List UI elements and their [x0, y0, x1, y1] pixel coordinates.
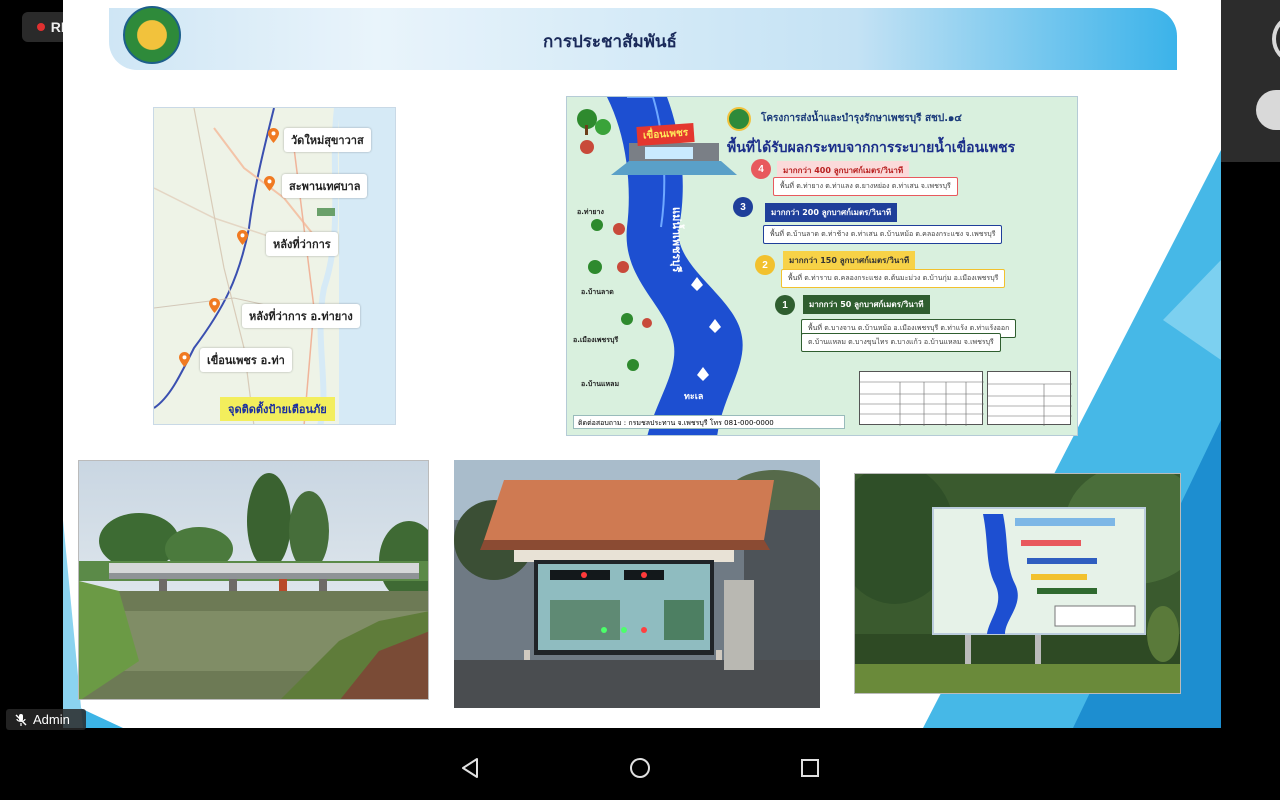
map-roads [154, 108, 395, 424]
location-pin-icon [268, 128, 279, 143]
zone-area: พื้นที่ ต.ท่ายาง ต.ท่าแลง ต.ยางหย่อง ต.ท… [773, 177, 958, 196]
poster-heading-1: โครงการส่งน้ำและบำรุงรักษาเพชรบุรี สชป.๑… [761, 113, 962, 124]
dam-label: เขื่อนเพชร [636, 123, 695, 146]
zone-rate: มากกว่า 200 ลูกบาศก์เมตร/วินาที [765, 203, 898, 222]
table-grid [860, 381, 984, 426]
nav-home-button[interactable] [628, 756, 652, 780]
district-label: อ.ท่ายาง [577, 208, 604, 216]
info-table [859, 371, 984, 426]
nav-back-button[interactable] [458, 756, 482, 780]
river-label: แม่น้ำเพชรบุรี [670, 207, 683, 273]
photo-warning-kiosk [454, 460, 820, 708]
poster-heading-2: พื้นที่ได้รับผลกระทบจากการระบายน้ำเขื่อน… [727, 140, 1016, 156]
mic-muted-icon [15, 713, 27, 726]
record-dot-icon [36, 23, 45, 31]
map-place-label: วัดใหม่สุขาวาส [284, 128, 371, 152]
district-label: อ.เมืองเพชรบุรี [573, 336, 619, 344]
recents-square-icon [801, 759, 819, 777]
bridge-photo-image [79, 461, 428, 699]
zone-badge: 1 [775, 295, 795, 315]
location-map: วัดใหม่สุขาวาส สะพานเทศบาล หลังที่ว่าการ… [153, 107, 396, 425]
back-triangle-icon [462, 758, 478, 778]
map-place-label: หลังที่ว่าการ [266, 232, 338, 256]
nav-recents-button[interactable] [798, 756, 822, 780]
billboard-photo-image [855, 474, 1180, 693]
shared-slide: การประชาสัมพันธ์ วัดใหม่สุขาวาส สะพานเทศ… [63, 0, 1221, 728]
info-table [987, 371, 1072, 426]
zone-area: พื้นที่ ต.บ้านลาด ต.ท่าช้าง ต.ท่าเสน ต.บ… [763, 225, 1003, 244]
poster-contact: ติดต่อสอบถาม : กรมชลประทาน จ.เพชรบุรี โท… [573, 415, 845, 429]
location-pin-icon [237, 230, 248, 245]
map-place-label: สะพานเทศบาล [282, 174, 368, 198]
avatar-head-icon [1272, 16, 1280, 62]
district-label: อ.บ้านลาด [581, 288, 614, 296]
participant-name-tag: Admin [6, 709, 86, 730]
map-place-label: หลังที่ว่าการ อ.ท่ายาง [242, 304, 360, 328]
poster-logo [727, 107, 751, 131]
location-pin-icon [209, 298, 220, 313]
zone-rate: มากกว่า 150 ลูกบาศก์เมตร/วินาที [783, 251, 916, 270]
district-label: อ.บ้านแหลม [581, 380, 620, 388]
river-end-label: ทะเล [684, 392, 704, 402]
kiosk-photo-image [454, 460, 820, 708]
table-grid [988, 383, 1072, 426]
photo-bridge [78, 460, 429, 700]
zone-badge: 4 [751, 159, 771, 179]
map-warning-label: จุดติดตั้งป้ายเตือนภัย [220, 397, 335, 421]
department-logo [123, 6, 181, 64]
photo-billboard [854, 473, 1181, 694]
zone-badge: 2 [755, 255, 775, 275]
location-pin-icon [264, 176, 275, 191]
zone-rate: มากกว่า 50 ลูกบาศก์เมตร/วินาที [803, 295, 930, 314]
zone-area: พื้นที่ ต.ท่าราบ ต.คลองกระแชง ต.ต้นมะม่ว… [781, 269, 1006, 288]
map-place-label: เขื่อนเพชร อ.ท่า [200, 348, 292, 372]
zone-badge: 3 [733, 197, 753, 217]
participant-name: Admin [33, 712, 70, 727]
home-circle-icon [630, 758, 650, 778]
zone-area: ต.บ้านแหลม ต.บางขุนไทร ต.บางแก้ว อ.บ้านแ… [801, 333, 1001, 352]
flood-zone-poster: เขื่อนเพชร แม่น้ำเพชรบุรี ทะเล โครงการส่… [566, 96, 1078, 436]
location-pin-icon [179, 352, 190, 367]
avatar-body-icon [1256, 90, 1280, 130]
system-navigation-bar [0, 735, 1280, 800]
slide-title: การประชาสัมพันธ์ [543, 32, 677, 52]
